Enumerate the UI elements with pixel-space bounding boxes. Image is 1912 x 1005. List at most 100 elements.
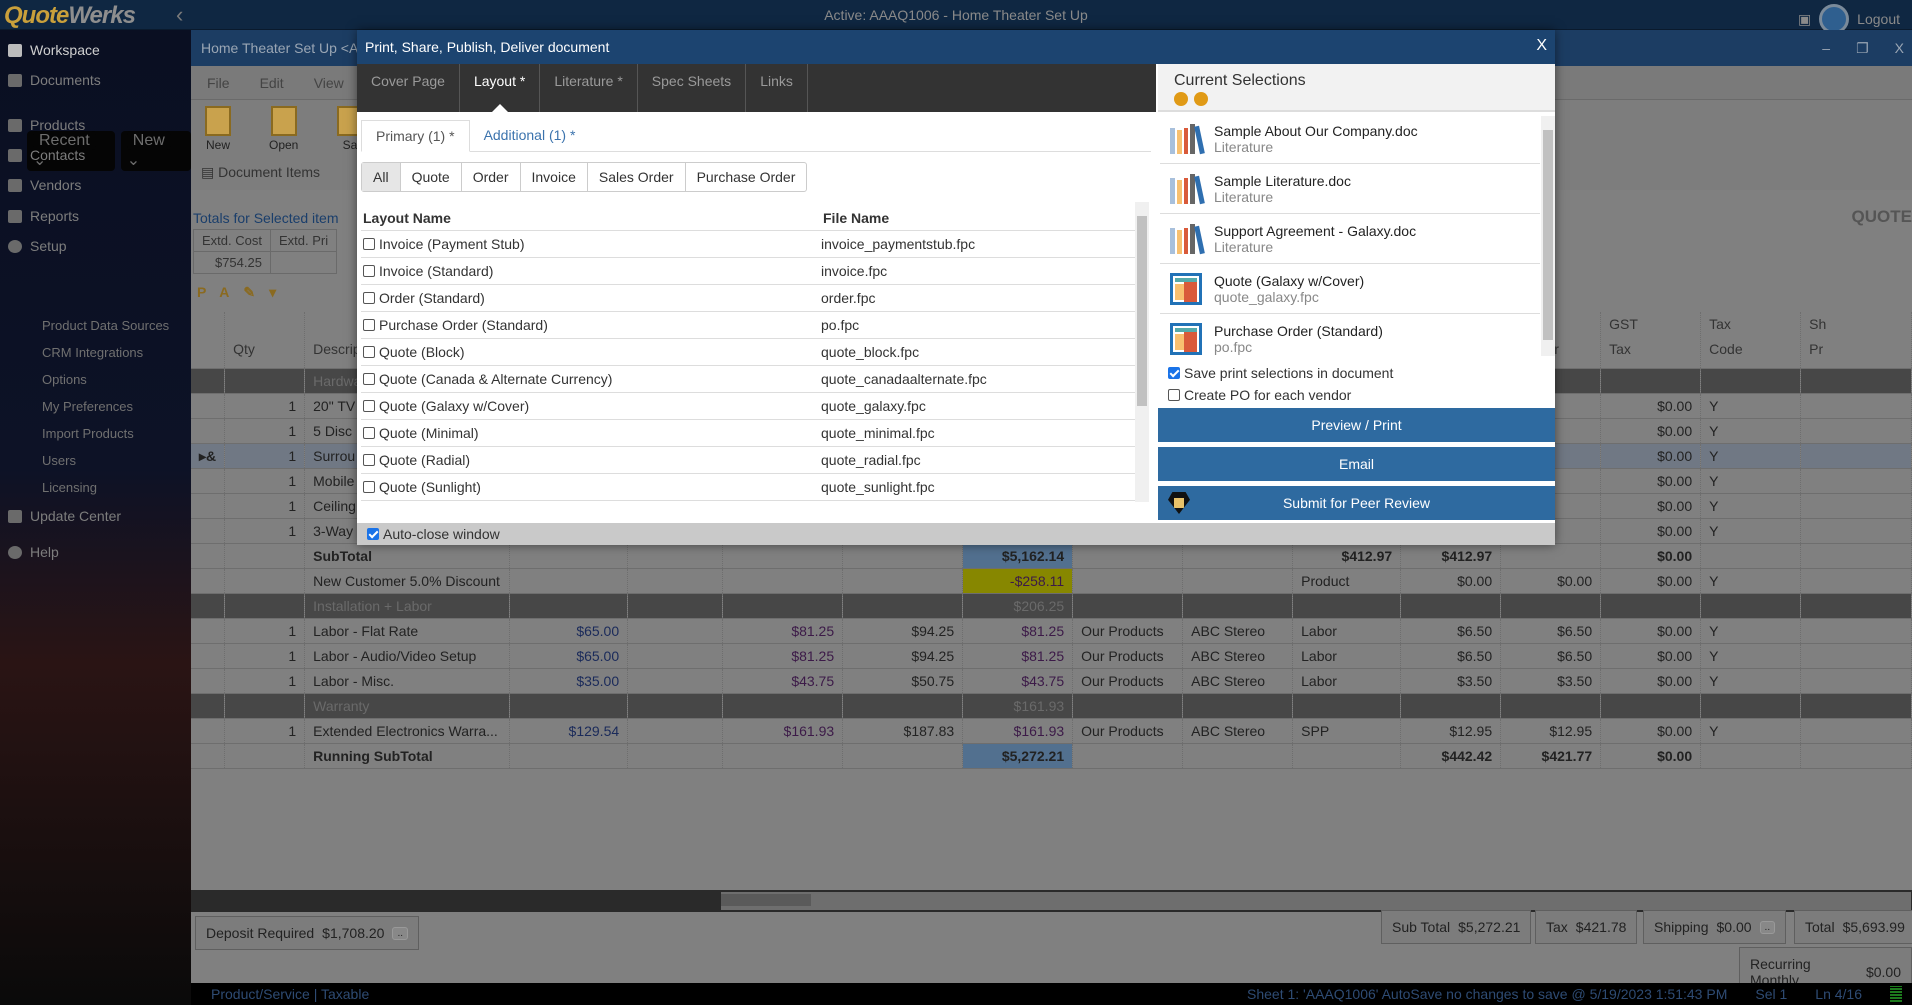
layout-name[interactable]: Quote (Minimal): [361, 419, 821, 447]
filter-invoice[interactable]: Invoice: [521, 163, 588, 191]
sidebar-item-help[interactable]: Help: [8, 544, 59, 560]
table-row[interactable]: 1 Labor - Flat Rate $65.00 $81.25 $94.25 $81.…: [191, 618, 1912, 644]
open-button[interactable]: Open: [269, 106, 298, 152]
table-row[interactable]: 1 Labor - Misc. $35.00 $43.75 $50.75 $43.75 Ou…: [191, 668, 1912, 694]
tab-literature[interactable]: Literature *: [540, 64, 638, 112]
sidebar-sub-options[interactable]: Options: [42, 372, 87, 387]
layout-list-scrollbar[interactable]: [1135, 202, 1149, 502]
filter-quote[interactable]: Quote: [401, 163, 462, 191]
layout-checkbox[interactable]: [363, 427, 375, 439]
auto-close-checkbox[interactable]: Auto-close window: [357, 523, 1555, 545]
sidebar-item-contacts[interactable]: Contacts: [8, 147, 85, 163]
layout-name[interactable]: Quote (Sunlight): [361, 473, 821, 501]
layout-name[interactable]: Order (Standard): [361, 284, 821, 312]
filter-all[interactable]: All: [362, 163, 401, 191]
layout-row[interactable]: Quote (Sunlight) quote_sunlight.fpc: [361, 473, 1141, 501]
layout-checkbox[interactable]: [363, 400, 375, 412]
layout-checkbox[interactable]: [363, 238, 375, 250]
sidebar-item-products[interactable]: Products: [8, 117, 85, 133]
table-row[interactable]: 1 Extended Electronics Warra... $129.54 $16…: [191, 718, 1912, 744]
layout-row[interactable]: Invoice (Payment Stub) invoice_paymentstu…: [361, 230, 1141, 258]
sidebar-item-workspace[interactable]: Workspace: [8, 42, 100, 58]
preview-print-button[interactable]: Preview / Print: [1158, 408, 1555, 442]
sidebar-item-reports[interactable]: Reports: [8, 208, 79, 224]
layout-name[interactable]: Invoice (Payment Stub): [361, 230, 821, 258]
sidebar-sub-my-preferences[interactable]: My Preferences: [42, 399, 133, 414]
image-icon[interactable]: ▣: [1798, 11, 1811, 28]
dialog-close-button[interactable]: X: [1536, 37, 1547, 55]
minimize-icon[interactable]: –: [1822, 40, 1830, 57]
sidebar-sub-import-products[interactable]: Import Products: [42, 426, 134, 441]
layout-name[interactable]: Quote (Galaxy w/Cover): [361, 392, 821, 420]
menu-view[interactable]: View: [314, 75, 344, 91]
shipping-more-button[interactable]: ..: [1759, 920, 1776, 934]
subtotal-row[interactable]: SubTotal $5,162.14 $412.97 $412.97 $0.00: [191, 543, 1912, 569]
discount-row[interactable]: New Customer 5.0% Discount -$258.11 Produc…: [191, 568, 1912, 594]
new-dropdown[interactable]: New ⌄: [120, 131, 191, 171]
group-row[interactable]: Warranty $161.93: [191, 693, 1912, 719]
selection-item[interactable]: Sample Literature.doc Literature: [1160, 164, 1540, 214]
menu-file[interactable]: File: [207, 75, 230, 91]
layout-checkbox[interactable]: [363, 373, 375, 385]
layout-checkbox[interactable]: [363, 454, 375, 466]
layout-checkbox[interactable]: [363, 292, 375, 304]
select-all-icon[interactable]: [1174, 92, 1188, 106]
subtab-additional[interactable]: Additional (1) *: [470, 120, 590, 151]
layout-row[interactable]: Quote (Radial) quote_radial.fpc: [361, 446, 1141, 474]
sidebar-item-update-center[interactable]: Update Center: [8, 508, 121, 524]
email-button[interactable]: Email: [1158, 447, 1555, 481]
layout-row[interactable]: Quote (Galaxy w/Cover) quote_galaxy.fpc: [361, 392, 1141, 420]
layout-row[interactable]: Invoice (Standard) invoice.fpc: [361, 257, 1141, 285]
deposit-more-button[interactable]: ..: [392, 926, 409, 940]
layout-row[interactable]: Purchase Order (Standard) po.fpc: [361, 311, 1141, 339]
layout-name[interactable]: Invoice (Standard): [361, 257, 821, 285]
layout-checkbox[interactable]: [363, 481, 375, 493]
menu-edit[interactable]: Edit: [260, 75, 284, 91]
layout-checkbox[interactable]: [363, 319, 375, 331]
format-toolbar-icons[interactable]: PA✎▾: [197, 284, 290, 301]
sidebar-sub-users[interactable]: Users: [42, 453, 76, 468]
layout-name[interactable]: Quote Summary Addon (Galaxy): [361, 500, 821, 504]
selection-item[interactable]: Sample About Our Company.doc Literature: [1160, 114, 1540, 164]
save-selections-checkbox[interactable]: Save print selections in document: [1168, 362, 1393, 384]
filter-order[interactable]: Order: [462, 163, 521, 191]
selections-scrollbar[interactable]: [1541, 116, 1555, 356]
close-window-icon[interactable]: X: [1895, 40, 1904, 57]
selection-item[interactable]: Support Agreement - Galaxy.doc Literature: [1160, 214, 1540, 264]
logout-link[interactable]: Logout: [1857, 11, 1900, 27]
tab-layout[interactable]: Layout *: [460, 64, 541, 112]
sidebar-sub-product-data-sources[interactable]: Product Data Sources: [42, 318, 169, 333]
document-items-tab[interactable]: ▤ Document Items: [201, 164, 320, 181]
tab-links[interactable]: Links: [746, 64, 808, 112]
group-row[interactable]: Installation + Labor $206.25: [191, 593, 1912, 619]
remove-icon[interactable]: [1194, 92, 1208, 106]
create-po-checkbox[interactable]: Create PO for each vendor: [1168, 384, 1393, 406]
layout-name[interactable]: Quote (Radial): [361, 446, 821, 474]
layout-name[interactable]: Purchase Order (Standard): [361, 311, 821, 339]
sidebar-sub-licensing[interactable]: Licensing: [42, 480, 97, 495]
restore-icon[interactable]: ❐: [1856, 40, 1869, 57]
layout-name[interactable]: Quote (Canada & Alternate Currency): [361, 365, 821, 393]
running-subtotal-row[interactable]: Running SubTotal $5,272.21 $442.42 $421.77 $…: [191, 743, 1912, 769]
sidebar-item-setup[interactable]: Setup: [8, 238, 67, 254]
layout-row[interactable]: Quote (Minimal) quote_minimal.fpc: [361, 419, 1141, 447]
layout-row[interactable]: Quote Summary Addon (Galaxy)quote_summar…: [361, 500, 1141, 504]
layout-checkbox[interactable]: [363, 265, 375, 277]
layout-checkbox[interactable]: [363, 346, 375, 358]
submit-peer-review-button[interactable]: Submit for Peer Review: [1158, 486, 1555, 520]
tab-spec-sheets[interactable]: Spec Sheets: [638, 64, 747, 112]
horizontal-scrollbar[interactable]: [191, 890, 1912, 912]
layout-row[interactable]: Quote (Canada & Alternate Currency) quote…: [361, 365, 1141, 393]
table-row[interactable]: 1 Labor - Audio/Video Setup $65.00 $81.25 $9…: [191, 643, 1912, 669]
new-button[interactable]: New: [205, 106, 231, 152]
sidebar-item-documents[interactable]: Documents: [8, 72, 101, 88]
layout-row[interactable]: Order (Standard) order.fpc: [361, 284, 1141, 312]
filter-sales-order[interactable]: Sales Order: [588, 163, 686, 191]
sidebar-sub-crm-integrations[interactable]: CRM Integrations: [42, 345, 143, 360]
tab-cover-page[interactable]: Cover Page: [357, 64, 460, 112]
layout-name[interactable]: Quote (Block): [361, 338, 821, 366]
selection-item[interactable]: Purchase Order (Standard) po.fpc: [1160, 314, 1540, 356]
selection-item[interactable]: Quote (Galaxy w/Cover) quote_galaxy.fpc: [1160, 264, 1540, 314]
sidebar-item-vendors[interactable]: Vendors: [8, 177, 81, 193]
layout-row[interactable]: Quote (Block) quote_block.fpc: [361, 338, 1141, 366]
